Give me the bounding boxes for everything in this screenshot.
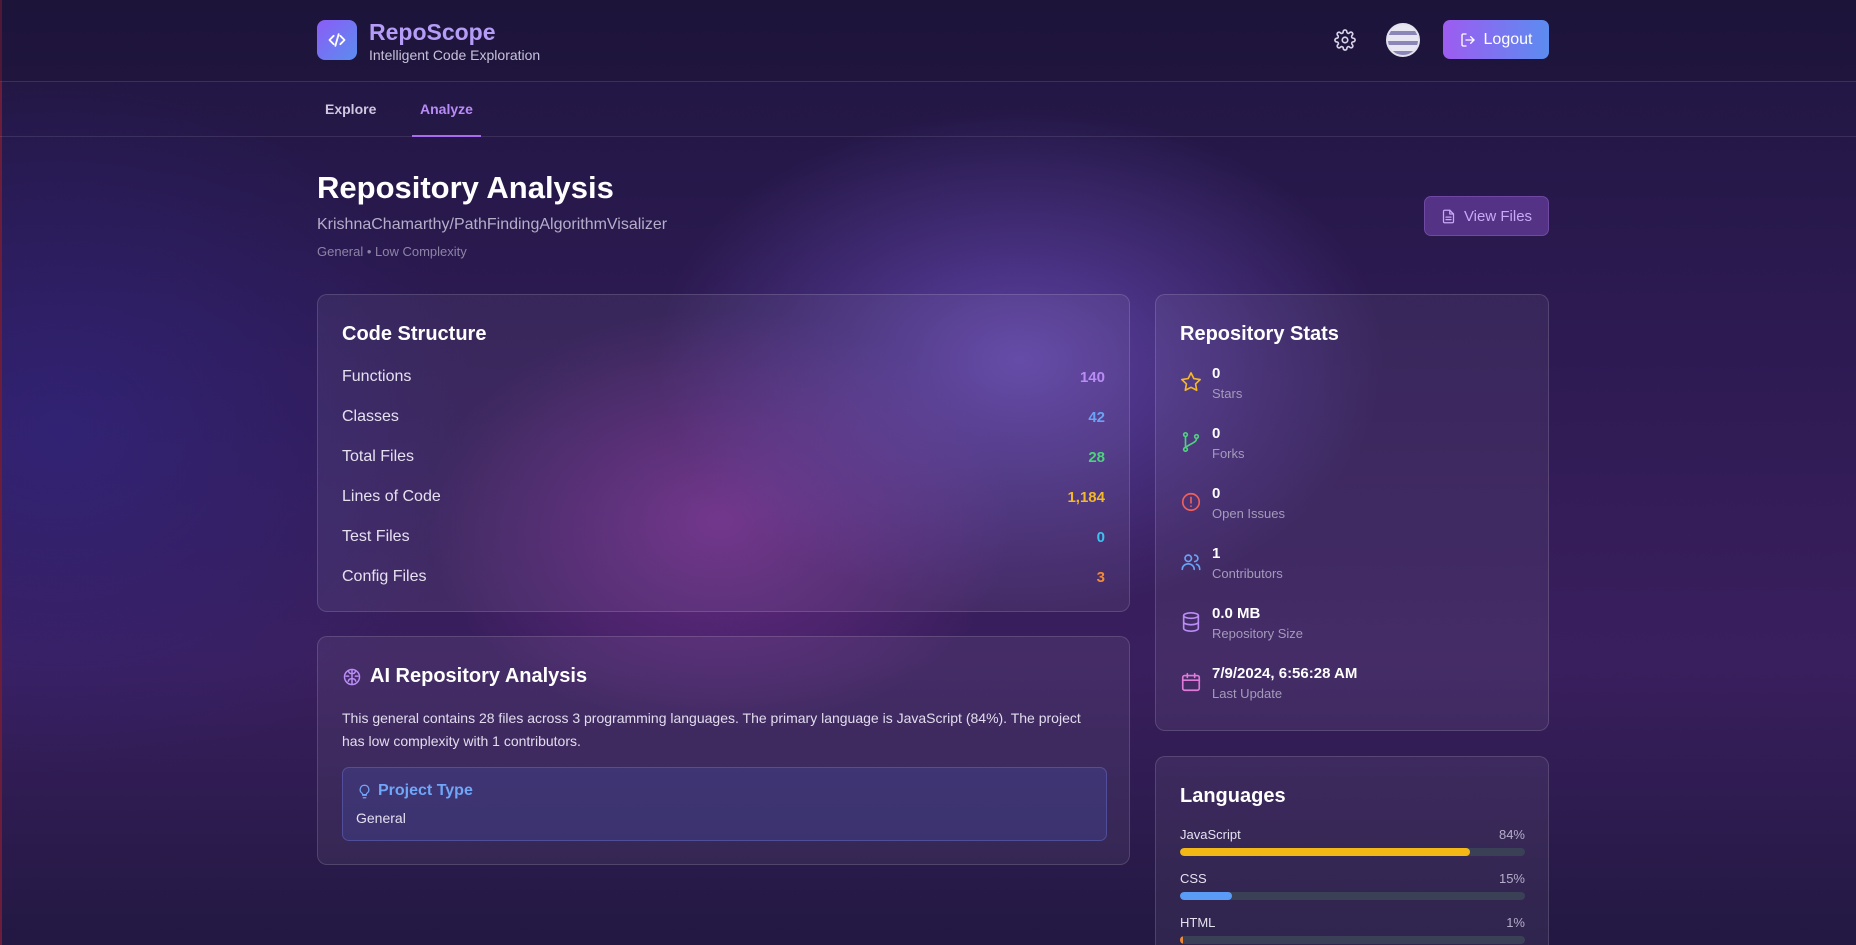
stat-value: 28: [1088, 448, 1105, 466]
code-structure-card: Code Structure Functions 140 Classes 42 …: [317, 294, 1130, 612]
language-name: CSS: [1180, 871, 1207, 886]
languages-card: Languages JavaScript 84% CSS 15% HTML 1%: [1155, 756, 1549, 945]
language-item-css: CSS 15%: [1180, 871, 1525, 905]
stat-label: Lines of Code: [342, 488, 441, 505]
tab-analyze[interactable]: Analyze: [412, 83, 481, 137]
repository-stats-card: Repository Stats 0 Stars 0 Forks 0 Open …: [1155, 294, 1549, 731]
gear-icon[interactable]: [1334, 29, 1356, 51]
ai-analysis-card: AI Repository Analysis This general cont…: [317, 636, 1130, 865]
calendar-icon: [1181, 672, 1201, 692]
ai-analysis-header: AI Repository Analysis: [342, 665, 587, 688]
stat-value: 140: [1079, 368, 1105, 386]
app-subtitle: Intelligent Code Exploration: [369, 47, 541, 63]
language-item-html: HTML 1%: [1180, 915, 1525, 945]
tab-bar: Explore Analyze: [0, 83, 1856, 137]
repository-stats-title: Repository Stats: [1180, 323, 1339, 345]
logout-icon: [1460, 32, 1475, 47]
stat-value: 1,184: [1067, 488, 1105, 506]
language-item-javascript: JavaScript 84%: [1180, 827, 1525, 861]
project-type-box: Project Type General: [342, 767, 1107, 841]
language-percent: 84%: [1498, 827, 1525, 842]
logout-label: Logout: [1483, 30, 1533, 48]
language-bar-track: [1180, 936, 1525, 944]
language-percent: 1%: [1506, 915, 1525, 930]
code-icon: [328, 33, 346, 47]
app-title: RepoScope: [369, 19, 496, 45]
project-type-header: Project Type: [357, 782, 473, 800]
stat-row-lines-of-code: Lines of Code 1,184: [342, 485, 1105, 509]
stat-value: 0: [1096, 528, 1105, 546]
project-type-label: Project Type: [378, 782, 473, 799]
stat-row-functions: Functions 140: [342, 365, 1105, 389]
language-bar-track: [1180, 848, 1525, 856]
language-name: JavaScript: [1180, 827, 1241, 842]
stat-label: Config Files: [342, 568, 427, 585]
stat-value: 3: [1096, 568, 1105, 586]
stat-value: 42: [1088, 408, 1105, 426]
stat-label: Classes: [342, 408, 399, 425]
stat-value: 0: [1212, 365, 1221, 382]
alert-circle-icon: [1181, 492, 1201, 512]
stat-label: Contributors: [1212, 566, 1283, 581]
database-icon: [1182, 612, 1200, 632]
page-title: Repository Analysis: [317, 170, 614, 205]
stat-label: Repository Size: [1212, 626, 1304, 641]
logout-button[interactable]: Logout: [1443, 20, 1549, 59]
stat-row-classes: Classes 42: [342, 405, 1105, 429]
stat-row-test-files: Test Files 0: [342, 525, 1105, 549]
stat-value: 0.0 MB: [1212, 605, 1261, 622]
stat-row-config-files: Config Files 3: [342, 565, 1105, 589]
stat-value: 7/9/2024, 6:56:28 AM: [1212, 665, 1358, 682]
brain-icon: [343, 668, 361, 685]
users-icon: [1181, 554, 1201, 571]
stat-value: 0: [1212, 485, 1221, 502]
ai-analysis-title: AI Repository Analysis: [370, 665, 588, 687]
language-bar-fill: [1180, 848, 1470, 856]
tab-explore[interactable]: Explore: [317, 83, 384, 137]
avatar[interactable]: [1386, 23, 1420, 57]
stat-label: Last Update: [1212, 686, 1283, 701]
repo-meta: General • Low Complexity: [317, 244, 467, 259]
logo[interactable]: [317, 20, 357, 60]
language-name: HTML: [1180, 915, 1216, 930]
fork-icon: [1182, 432, 1200, 452]
stat-label: Total Files: [342, 448, 415, 465]
stat-value: 0: [1212, 425, 1221, 442]
stat-label: Test Files: [342, 528, 410, 545]
stat-label: Functions: [342, 368, 412, 385]
code-structure-title: Code Structure: [342, 323, 487, 345]
language-percent: 15%: [1498, 871, 1525, 886]
stat-label: Forks: [1212, 446, 1245, 461]
project-type-value: General: [356, 810, 406, 826]
language-bar-fill: [1180, 936, 1184, 944]
lightbulb-icon: [359, 784, 370, 798]
stat-row-total-files: Total Files 28: [342, 445, 1105, 469]
star-icon: [1181, 372, 1201, 392]
language-bar-fill: [1180, 892, 1232, 900]
language-bar-track: [1180, 892, 1525, 900]
file-icon: [1442, 209, 1455, 223]
window-edge: [0, 0, 2, 945]
languages-title: Languages: [1180, 785, 1286, 807]
view-files-button[interactable]: View Files: [1424, 196, 1549, 236]
repo-name: KrishnaChamarthy/PathFindingAlgorithmVis…: [317, 216, 668, 233]
top-header: RepoScope Intelligent Code Exploration L…: [0, 0, 1856, 82]
stat-label: Open Issues: [1212, 506, 1285, 521]
stat-label: Stars: [1212, 386, 1243, 401]
ai-analysis-description: This general contains 28 files across 3 …: [342, 710, 1081, 749]
stat-value: 1: [1212, 545, 1221, 562]
brand: RepoScope Intelligent Code Exploration: [369, 18, 540, 64]
view-files-label: View Files: [1463, 207, 1533, 225]
